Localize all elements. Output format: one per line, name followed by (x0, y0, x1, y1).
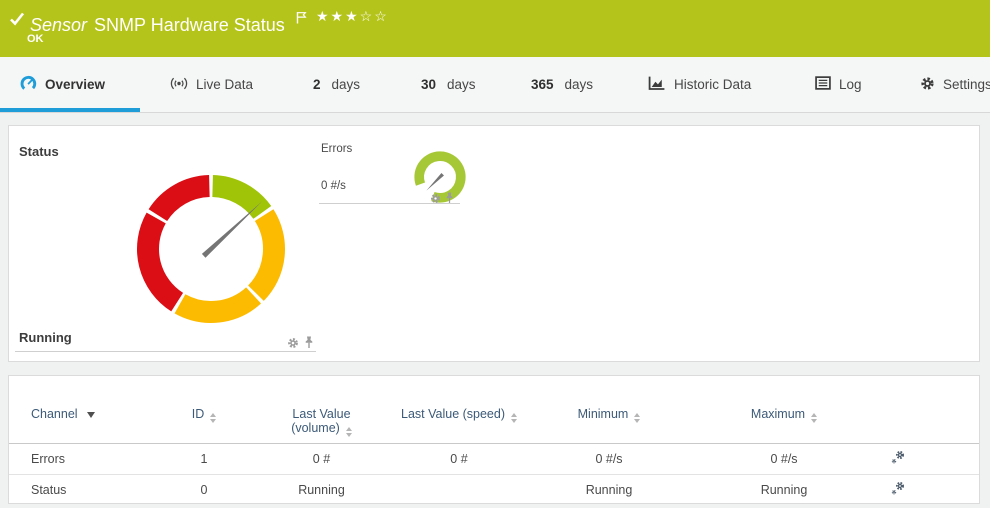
status-check-icon (9, 11, 25, 32)
tab-30-days[interactable]: 30 days (421, 57, 476, 112)
log-icon (815, 76, 831, 93)
broadcast-icon (170, 76, 188, 94)
gauge-segment-yellow-2 (174, 287, 261, 323)
prtg-sensor-page: Sensor SNMP Hardware Status ★★★☆☆ OK Over… (0, 0, 990, 508)
tab-label: days (447, 77, 476, 92)
tab-label: Live Data (196, 77, 254, 92)
channel-name: Errors (9, 443, 159, 475)
errors-gauge-needle (426, 173, 444, 191)
page-title: Sensor SNMP Hardware Status (30, 8, 307, 36)
sort-icon (634, 413, 641, 423)
gauge-needle (201, 201, 263, 258)
sort-icon (511, 413, 517, 423)
tab-label: days (331, 77, 361, 92)
minimum-value: 0 #/s (524, 443, 694, 475)
status-badge: OK (27, 33, 44, 45)
pin-icon[interactable] (445, 191, 454, 209)
gauge-icon (20, 75, 37, 95)
sort-icon (345, 427, 352, 437)
overview-gauges-panel: Status Running Errors 0 #/s (8, 125, 980, 362)
tab-number: 365 (531, 77, 554, 92)
column-label: Maximum (750, 407, 806, 421)
tab-label: days (564, 77, 594, 92)
channel-id: 1 (159, 443, 249, 475)
tab-label: Overview (45, 77, 106, 92)
tab-2-days[interactable]: 2 days (313, 57, 360, 112)
tab-number: 30 (421, 77, 437, 92)
column-label: Last Value (speed) (401, 407, 505, 421)
last-value-speed (394, 475, 524, 506)
tab-365-days[interactable]: 365 days (531, 57, 593, 112)
column-header-id[interactable]: ID (159, 376, 249, 444)
column-header-minimum[interactable]: Minimum (524, 376, 694, 444)
stars-empty[interactable]: ☆☆ (360, 8, 389, 24)
tab-historic-data[interactable]: Historic Data (648, 57, 751, 112)
last-value-speed: 0 # (394, 443, 524, 475)
column-header-actions (874, 376, 979, 444)
errors-gauge-tools (430, 191, 454, 209)
channel-table-panel: Channel ID Last Value (volume) Last Valu… (8, 375, 980, 504)
gauge-segment-yellow-1 (247, 209, 285, 301)
tab-overview[interactable]: Overview (20, 57, 105, 112)
sensor-title: SNMP Hardware Status (94, 15, 285, 35)
sort-icon (811, 413, 818, 423)
stars-filled[interactable]: ★★★ (316, 8, 360, 24)
column-label: Channel (31, 407, 78, 421)
table-row-errors: Errors 1 0 # 0 # 0 #/s 0 #/s (9, 443, 979, 475)
tab-bar: Overview Live Data 2 days 30 days 365 da… (0, 57, 990, 113)
last-value-volume: Running (298, 483, 345, 498)
gauge-segment-red-2 (148, 175, 211, 222)
pin-icon[interactable] (304, 336, 314, 354)
tab-log[interactable]: Log (815, 57, 862, 112)
table-header-row: Channel ID Last Value (volume) Last Valu… (9, 376, 979, 444)
area-chart-icon (648, 75, 666, 94)
last-value-volume: 0 # (249, 443, 394, 475)
column-header-maximum[interactable]: Maximum (694, 376, 874, 444)
channel-table: Channel ID Last Value (volume) Last Valu… (9, 376, 979, 506)
channel-settings-gears-icon[interactable] (890, 481, 906, 500)
tab-label: Log (839, 77, 862, 92)
sensor-kind-label: Sensor (30, 15, 88, 35)
column-label: Minimum (577, 407, 629, 421)
column-header-last-value-speed[interactable]: Last Value (speed) (394, 376, 524, 444)
sensor-header: Sensor SNMP Hardware Status ★★★☆☆ OK (0, 0, 990, 57)
sort-desc-icon (86, 412, 95, 418)
column-header-last-value-volume[interactable]: Last Value (volume) (249, 376, 394, 444)
tab-settings[interactable]: Settings (920, 57, 990, 112)
tab-label: Settings (943, 77, 990, 92)
maximum-value: Running (760, 483, 808, 498)
status-gauge-underline (15, 351, 316, 352)
priority-stars[interactable]: ★★★☆☆ (316, 8, 389, 25)
column-label: Last Value (292, 407, 351, 421)
channel-name: Status (31, 483, 67, 498)
channel-id: 0 (200, 483, 208, 498)
tab-label: Historic Data (674, 77, 752, 92)
sort-icon (210, 413, 217, 423)
active-tab-underline (0, 108, 140, 112)
gear-icon (920, 76, 935, 94)
status-gauge-tools (287, 336, 314, 354)
column-label-line2: (volume) (291, 421, 340, 435)
errors-gauge-value: 0 #/s (321, 180, 346, 192)
status-gauge-value: Running (19, 330, 72, 345)
minimum-value: Running (585, 483, 633, 498)
channel-settings-gears-icon[interactable] (890, 450, 906, 469)
gauge-segment-red-1 (137, 212, 184, 312)
gear-icon[interactable] (287, 336, 299, 354)
column-header-channel[interactable]: Channel (9, 376, 159, 444)
tab-number: 2 (313, 77, 321, 92)
tab-live-data[interactable]: Live Data (170, 57, 253, 112)
errors-gauge-title: Errors (321, 143, 353, 155)
status-gauge-title: Status (19, 144, 59, 159)
maximum-value: 0 #/s (694, 443, 874, 475)
gear-icon[interactable] (430, 191, 441, 209)
priority-flag-icon[interactable] (291, 8, 307, 28)
column-label: ID (191, 407, 205, 421)
status-gauge (137, 175, 285, 323)
table-row-status: Status 0 Running Running Running (9, 475, 979, 506)
